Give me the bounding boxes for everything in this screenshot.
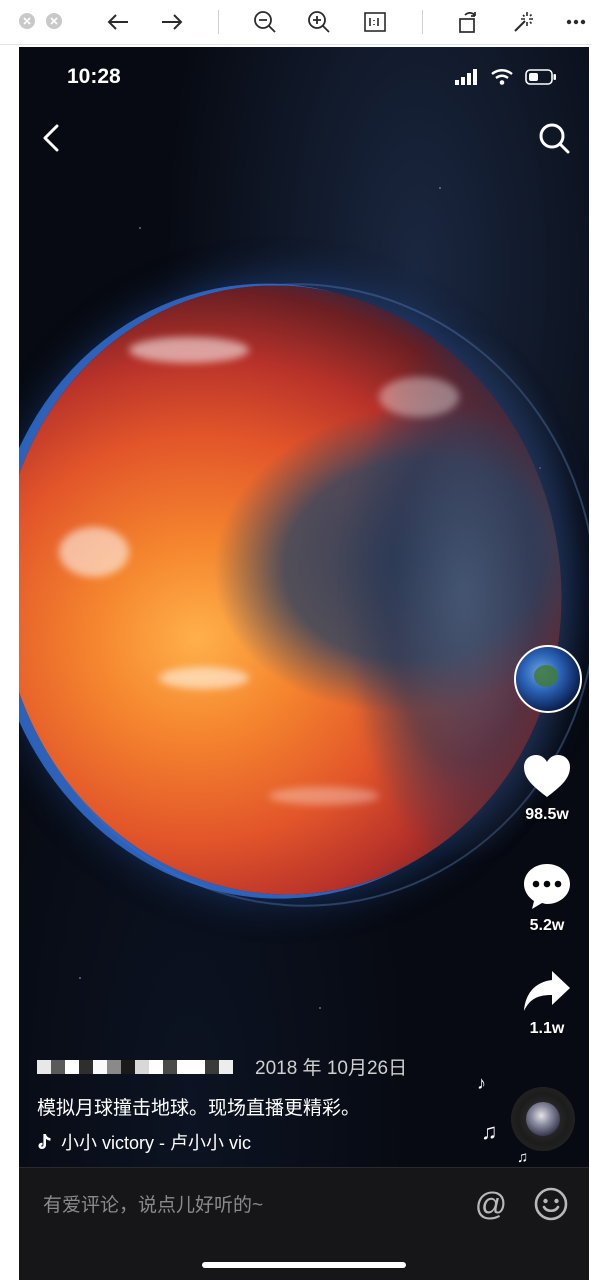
like-count: 98.5w	[525, 806, 569, 823]
magic-wand-icon[interactable]	[508, 7, 538, 37]
rotate-icon[interactable]	[453, 7, 483, 37]
share-button[interactable]: 1.1w	[514, 969, 580, 1038]
more-icon[interactable]	[561, 7, 591, 37]
avatar-image	[534, 665, 558, 687]
battery-icon	[525, 69, 556, 85]
music-marquee[interactable]: 小小 victory - 卢小小 vic	[37, 1129, 251, 1155]
comment-bar: 有爱评论，说点儿好听的~ @	[19, 1167, 589, 1280]
close-window-icon[interactable]	[19, 13, 35, 29]
planet-cloud	[59, 527, 129, 577]
music-note-icon: ♫	[481, 1119, 498, 1144]
toolbar-divider	[422, 10, 423, 34]
mention-at-icon[interactable]: @	[471, 1184, 511, 1224]
minimize-window-icon[interactable]	[46, 13, 62, 29]
music-title: 小小 victory - 卢小小 vic	[61, 1133, 252, 1153]
music-note-icon: ♫	[517, 1149, 529, 1166]
video-caption: 模拟月球撞击地球。现场直播更精彩。	[37, 1098, 361, 1119]
planet-cloud	[159, 667, 249, 689]
username-redacted[interactable]	[37, 1059, 233, 1074]
star	[139, 227, 141, 229]
comment-button[interactable]: 5.2w	[514, 862, 580, 935]
home-indicator	[202, 1262, 406, 1268]
back-chevron-icon[interactable]	[37, 121, 67, 155]
actual-size-icon[interactable]	[360, 7, 390, 37]
music-cover	[526, 1102, 560, 1136]
star	[79, 977, 81, 979]
star	[319, 1007, 321, 1009]
planet-cloud	[379, 377, 459, 417]
search-icon[interactable]	[537, 121, 571, 155]
planet-cloud	[129, 337, 249, 363]
post-date: 2018 年 10月26日	[255, 1058, 408, 1079]
planet-cloud	[269, 787, 379, 805]
like-button[interactable]: 98.5w	[514, 753, 580, 824]
tiktok-logo-icon	[38, 1134, 51, 1149]
share-icon	[524, 971, 570, 1011]
comment-count: 5.2w	[529, 917, 565, 934]
emoji-icon[interactable]	[533, 1186, 569, 1222]
comment-icon	[524, 864, 570, 909]
zoom-in-icon[interactable]	[304, 7, 334, 37]
share-count: 1.1w	[529, 1020, 565, 1037]
heart-icon	[524, 755, 570, 797]
signal-icon	[455, 69, 477, 85]
status-time: 10:28	[67, 65, 121, 88]
back-arrow-icon[interactable]	[103, 7, 133, 37]
video-player[interactable]	[19, 47, 589, 1167]
toolbar-divider	[218, 10, 219, 34]
creator-avatar[interactable]	[514, 645, 582, 713]
caption-meta: 2018 年 10月26日	[37, 1053, 407, 1080]
wifi-icon	[491, 69, 513, 85]
star	[439, 187, 441, 189]
phone-screen: 10:28 98.5w 5.2w 1.1w ♪ ♫ ♫ 2018 年 10月26…	[19, 47, 589, 1280]
status-icons	[455, 69, 557, 85]
forward-arrow-icon[interactable]	[157, 7, 187, 37]
zoom-out-icon[interactable]	[250, 7, 280, 37]
comment-input[interactable]: 有爱评论，说点儿好听的~	[43, 1190, 263, 1217]
music-disc[interactable]	[511, 1087, 575, 1151]
image-viewer-toolbar	[0, 0, 591, 45]
music-note-icon: ♪	[477, 1073, 486, 1093]
